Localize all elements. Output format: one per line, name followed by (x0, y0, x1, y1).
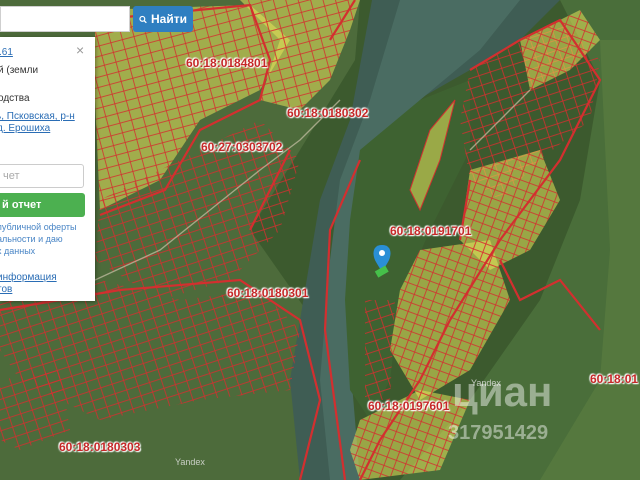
usage-text: одства (0, 93, 30, 104)
offer-text-2: альности и даю (0, 234, 63, 244)
close-icon[interactable]: × (76, 42, 84, 58)
parcel-label[interactable]: 60:18:0180302 (287, 106, 368, 120)
info-link[interactable]: информация (0, 272, 57, 284)
email-field[interactable]: чет (0, 164, 84, 188)
search-icon (139, 15, 147, 23)
address-line-1[interactable]: ь, Псковская, р-н (0, 111, 75, 123)
parcel-label[interactable]: 60:18:0197601 (368, 399, 449, 413)
parcel-label[interactable]: 60:18:0180301 (227, 286, 308, 300)
parcel-info-panel: × .61 й (земли одства ь, Псковская, р-н … (0, 37, 95, 301)
parcel-label[interactable]: 60:18:01 (590, 372, 638, 386)
address-line-2[interactable]: д. Ерошиха (0, 123, 50, 135)
search-button-label: Найти (151, 12, 187, 26)
parcel-number-link[interactable]: .61 (0, 47, 13, 59)
map-attribution: Yandex (175, 457, 205, 467)
search-button[interactable]: Найти (133, 6, 193, 32)
offer-text-3: х данных (0, 246, 36, 256)
report-button[interactable]: й отчет (0, 193, 85, 217)
parcel-label[interactable]: 60:18:0184801 (186, 56, 267, 70)
watermark-logo: циан (452, 368, 553, 415)
info-link-2[interactable]: тов (0, 284, 12, 296)
offer-text-1: публичной оферты (0, 222, 77, 232)
search-input[interactable] (0, 6, 130, 32)
category-text: й (земли (0, 65, 39, 76)
parcel-label[interactable]: 60:18:0180303 (59, 440, 140, 454)
parcel-label[interactable]: 60:27:0303702 (201, 140, 282, 154)
parcel-label[interactable]: 60:18:0191701 (390, 224, 471, 238)
watermark-phone: 317951429 (448, 422, 549, 444)
